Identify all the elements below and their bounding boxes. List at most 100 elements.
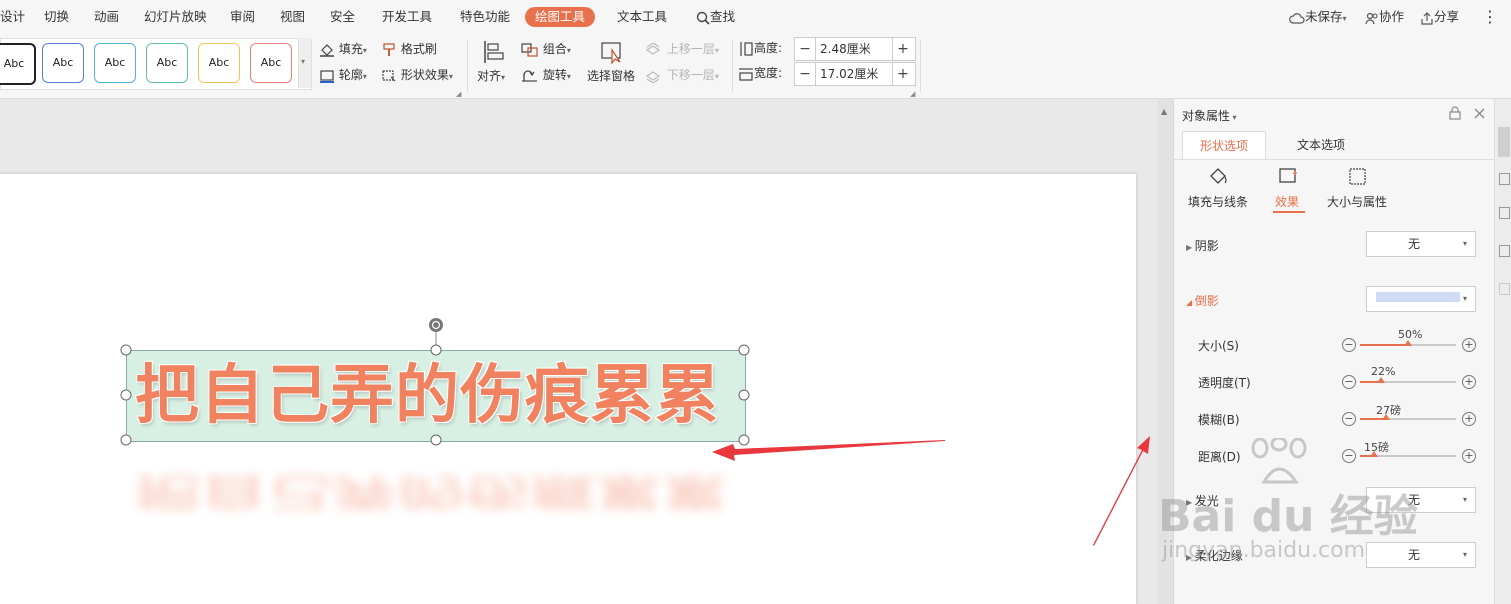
resize-handle[interactable]: [120, 434, 132, 446]
tab-slideshow[interactable]: 幻灯片放映: [144, 0, 207, 34]
sidebar-active-tab[interactable]: [1498, 127, 1510, 157]
group-label: 组合: [542, 42, 567, 56]
group-button[interactable]: 组合▾: [521, 39, 571, 59]
menu-bar: 设计 切换 动画 幻灯片放映 审阅 视图 安全 开发工具 特色功能 绘图工具 文…: [0, 0, 1511, 34]
tab-design[interactable]: 设计: [0, 0, 25, 34]
sidebar-tab-icon[interactable]: [1499, 207, 1510, 219]
sidebar-tab-icon[interactable]: [1499, 173, 1510, 185]
chevron-right-icon: ▶: [1186, 498, 1195, 507]
lock-icon[interactable]: [1449, 106, 1461, 120]
dialog-launcher-icon[interactable]: ◢: [456, 90, 461, 98]
subtab-effects[interactable]: 效果: [1275, 193, 1299, 210]
unsaved-button[interactable]: 未保存▾: [1289, 0, 1347, 34]
slider-label: 大小(S): [1198, 339, 1239, 353]
tab-drawing-tools[interactable]: 绘图工具: [525, 7, 596, 27]
style-sample-2[interactable]: Abc: [42, 43, 84, 83]
paint-bucket-icon: [320, 43, 334, 57]
style-sample-3[interactable]: Abc: [94, 43, 136, 83]
style-sample-5[interactable]: Abc: [198, 43, 240, 83]
slider-increase-button[interactable]: +: [1462, 338, 1476, 352]
rotate-icon: [522, 69, 537, 82]
tab-animation[interactable]: 动画: [94, 0, 119, 34]
bring-forward-button[interactable]: 上移一层▾: [645, 39, 719, 59]
tab-security[interactable]: 安全: [330, 0, 355, 34]
outline-button[interactable]: 轮廓▾: [319, 65, 367, 85]
shadow-section[interactable]: ▶ 阴影: [1186, 237, 1219, 254]
resize-handle[interactable]: [430, 434, 442, 446]
reflection-section[interactable]: ◢ 倒影: [1186, 292, 1219, 309]
tab-transition[interactable]: 切换: [44, 0, 69, 34]
sidebar-tab-icon[interactable]: [1499, 245, 1510, 257]
tab-view[interactable]: 视图: [280, 0, 305, 34]
height-stepper[interactable]: − 2.48厘米 +: [794, 37, 916, 61]
height-decrease-button[interactable]: −: [795, 38, 815, 60]
tab-review[interactable]: 审阅: [230, 0, 255, 34]
align-button[interactable]: 对齐▾: [477, 40, 513, 88]
shape-effects-icon: [382, 69, 396, 81]
dialog-launcher-icon[interactable]: ◢: [910, 90, 915, 98]
tab-text-tools[interactable]: 文本工具: [617, 0, 667, 34]
height-increase-button[interactable]: +: [893, 38, 913, 60]
width-increase-button[interactable]: +: [893, 63, 913, 85]
format-painter-button[interactable]: 格式刷: [381, 39, 437, 59]
selection-pane-button[interactable]: 选择窗格: [586, 40, 638, 88]
tab-developer[interactable]: 开发工具: [382, 0, 432, 34]
scroll-up-icon[interactable]: ▲: [1161, 107, 1167, 116]
slider-decrease-button[interactable]: −: [1342, 412, 1356, 426]
collab-button[interactable]: 协作: [1365, 0, 1404, 34]
rotate-button[interactable]: 旋转▾: [521, 65, 571, 85]
tab-text-options[interactable]: 文本选项: [1286, 131, 1356, 159]
resize-handle[interactable]: [120, 344, 132, 356]
close-icon[interactable]: [1474, 108, 1485, 119]
share-button[interactable]: 分享: [1420, 0, 1459, 34]
height-input[interactable]: 2.48厘米: [815, 38, 893, 60]
slider-increase-button[interactable]: +: [1462, 412, 1476, 426]
style-sample-1[interactable]: Abc: [0, 43, 36, 85]
search-button[interactable]: 查找: [696, 0, 735, 34]
resize-handle[interactable]: [738, 389, 750, 401]
collab-label: 协作: [1379, 9, 1405, 24]
width-stepper[interactable]: − 17.02厘米 +: [794, 62, 916, 86]
resize-handle[interactable]: [430, 344, 442, 356]
shadow-label: 阴影: [1194, 239, 1219, 253]
gallery-scrollbar[interactable]: ▾: [298, 38, 311, 88]
size-properties-icon: [1349, 168, 1366, 185]
slider-label: 透明度(T): [1198, 376, 1251, 390]
soft-edge-dropdown[interactable]: 无 ▾: [1366, 542, 1476, 568]
rotate-handle[interactable]: [429, 318, 443, 332]
glow-section[interactable]: ▶ 发光: [1186, 492, 1219, 509]
resize-handle[interactable]: [120, 389, 132, 401]
vertical-scrollbar[interactable]: ▲: [1158, 99, 1173, 604]
tab-shape-options[interactable]: 形状选项: [1182, 131, 1266, 160]
subtab-fill-line[interactable]: 填充与线条: [1188, 193, 1248, 210]
rotate-label: 旋转: [542, 68, 567, 82]
style-sample-4[interactable]: Abc: [146, 43, 188, 83]
bring-forward-label: 上移一层: [666, 42, 715, 56]
slider-decrease-button[interactable]: −: [1342, 375, 1356, 389]
selection-pane-label: 选择窗格: [587, 69, 636, 83]
fill-button[interactable]: 填充▾: [319, 39, 367, 59]
soft-edge-section[interactable]: ▶ 柔化边缘: [1186, 547, 1243, 564]
send-backward-button[interactable]: 下移一层▾: [645, 65, 719, 85]
slider-decrease-button[interactable]: −: [1342, 449, 1356, 463]
panel-title[interactable]: 对象属性 ▾: [1182, 107, 1237, 124]
slider-decrease-button[interactable]: −: [1342, 338, 1356, 352]
more-menu-icon[interactable]: ⋮: [1482, 0, 1498, 34]
subtab-size-properties[interactable]: 大小与属性: [1327, 193, 1387, 210]
width-input[interactable]: 17.02厘米: [815, 63, 893, 85]
resize-handle[interactable]: [738, 344, 750, 356]
reflection-dropdown[interactable]: ▾: [1366, 286, 1476, 312]
style-sample-6[interactable]: Abc: [250, 43, 292, 83]
slider-increase-button[interactable]: +: [1462, 449, 1476, 463]
chevron-down-icon: ◢: [1186, 298, 1195, 307]
glow-dropdown[interactable]: 无 ▾: [1366, 487, 1476, 513]
slider-increase-button[interactable]: +: [1462, 375, 1476, 389]
shape-effects-button[interactable]: 形状效果▾: [381, 65, 453, 85]
sidebar-tab-icon[interactable]: [1499, 283, 1510, 295]
width-decrease-button[interactable]: −: [795, 63, 815, 85]
resize-handle[interactable]: [738, 434, 750, 446]
unsaved-label: 未保存: [1305, 9, 1343, 24]
tab-special[interactable]: 特色功能: [460, 0, 510, 34]
shadow-dropdown[interactable]: 无 ▾: [1366, 231, 1476, 257]
slider-fill: [1360, 344, 1408, 346]
